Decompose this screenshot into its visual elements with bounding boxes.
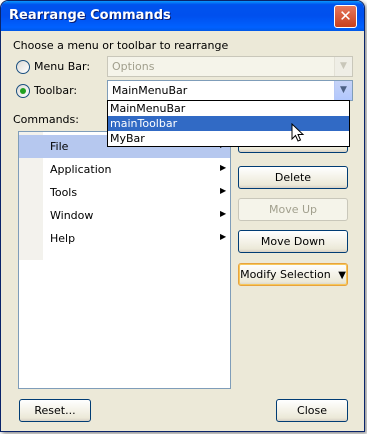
toolbar-radio[interactable] [16, 84, 30, 98]
command-label: Tools [50, 186, 78, 199]
prompt-label: Choose a menu or toolbar to rearrange [13, 39, 229, 52]
modify-selection-label: Modify Selection [240, 268, 331, 281]
command-label: File [50, 140, 69, 153]
command-label: Window [50, 209, 94, 222]
toolbar-select-value: MainMenuBar [112, 84, 188, 97]
title-bar[interactable]: Rearrange Commands ✕ [1, 1, 364, 31]
menubar-select-value: Options [112, 60, 155, 73]
dropdown-option-maintoolbar[interactable]: mainToolbar [108, 116, 349, 131]
dropdown-option-label: MainMenuBar [110, 102, 186, 115]
rearrange-commands-dialog: Rearrange Commands ✕ Choose a menu or to… [0, 0, 365, 432]
menubar-select[interactable]: Options ▼ [107, 56, 353, 77]
toolbar-dropdown-list[interactable]: MainMenuBar mainToolbar MyBar [107, 100, 350, 147]
close-button[interactable]: Close [276, 399, 348, 422]
close-window-button[interactable]: ✕ [334, 5, 357, 28]
toolbar-select[interactable]: MainMenuBar ▼ [107, 80, 353, 101]
chevron-down-icon: ▼ [334, 57, 352, 76]
modify-selection-button[interactable]: Modify Selection ▼ [238, 263, 348, 286]
move-down-button[interactable]: Move Down [238, 230, 348, 253]
chevron-down-icon: ▼ [334, 81, 352, 100]
dialog-body: Choose a menu or toolbar to rearrange Me… [4, 31, 361, 428]
commands-list[interactable]: File ▶ Application ▶ Tools ▶ Window ▶ He… [18, 131, 231, 389]
dropdown-option-label: MyBar [110, 132, 145, 145]
delete-button[interactable]: Delete [238, 166, 348, 189]
triangle-right-icon: ▶ [220, 209, 227, 218]
move-up-button[interactable]: Move Up [238, 198, 348, 221]
command-item-help[interactable]: Help ▶ [19, 227, 230, 250]
reset-button[interactable]: Reset... [19, 399, 91, 422]
menubar-label: Menu Bar: [34, 60, 91, 73]
mouse-pointer-icon [291, 123, 305, 142]
triangle-right-icon: ▶ [220, 186, 227, 195]
command-label: Application [50, 163, 112, 176]
chevron-down-icon: ▼ [338, 270, 346, 281]
command-item-window[interactable]: Window ▶ [19, 204, 230, 227]
triangle-right-icon: ▶ [220, 232, 227, 241]
triangle-right-icon: ▶ [220, 163, 227, 172]
dropdown-option-mainmenubar[interactable]: MainMenuBar [108, 101, 349, 116]
window-title: Rearrange Commands [9, 8, 171, 23]
commands-label: Commands: [13, 113, 79, 126]
command-item-tools[interactable]: Tools ▶ [19, 181, 230, 204]
command-label: Help [50, 232, 76, 245]
toolbar-label: Toolbar: [34, 84, 78, 97]
dropdown-option-label: mainToolbar [110, 117, 178, 130]
dropdown-option-mybar[interactable]: MyBar [108, 131, 349, 146]
command-item-application[interactable]: Application ▶ [19, 158, 230, 181]
menubar-radio[interactable] [16, 60, 30, 74]
radio-selected-dot [20, 88, 26, 94]
